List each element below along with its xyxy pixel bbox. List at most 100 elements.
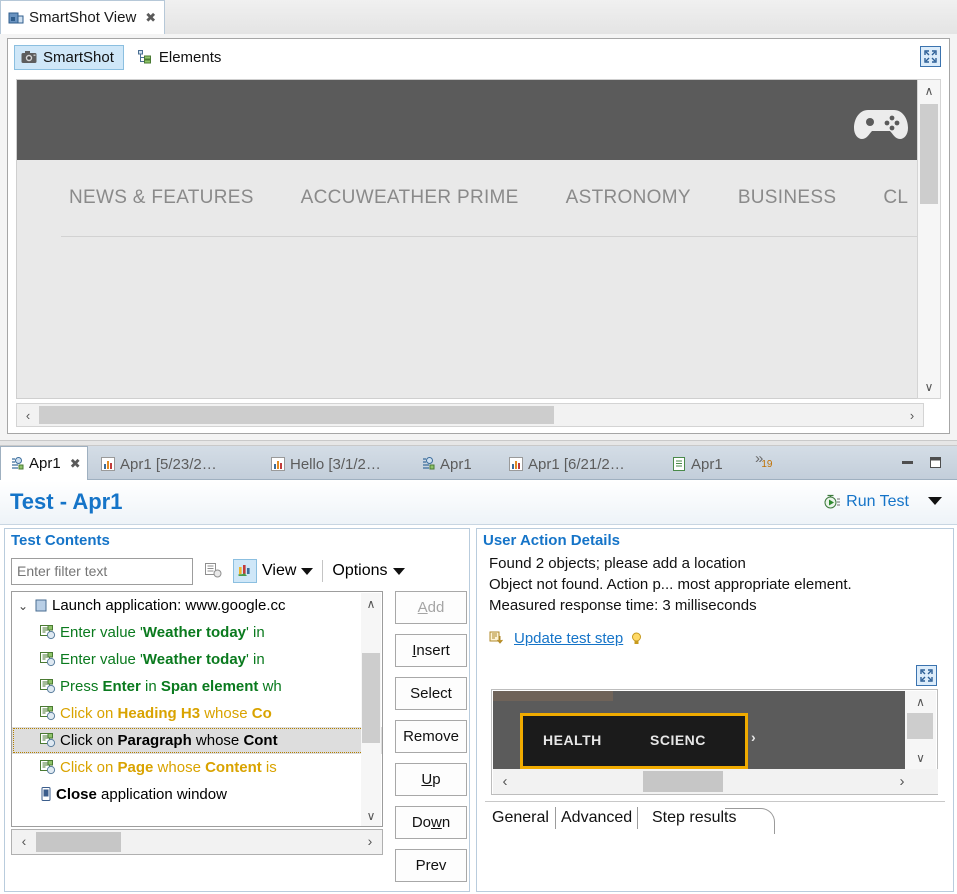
view-label: View bbox=[262, 562, 296, 580]
test-editor-part: Apr1 ✖ Apr1 [5/23/2… bbox=[0, 446, 957, 894]
scrollbar-thumb[interactable] bbox=[39, 406, 554, 424]
smartshot-view-icon bbox=[8, 10, 24, 26]
scroll-down-icon[interactable]: ∨ bbox=[361, 805, 381, 827]
search-input[interactable] bbox=[11, 558, 193, 585]
scroll-right-icon[interactable]: › bbox=[358, 830, 382, 852]
tab-smartshot[interactable]: SmartShot bbox=[14, 45, 124, 70]
lightbulb-icon[interactable] bbox=[631, 632, 642, 646]
insert-button[interactable]: Insert bbox=[395, 634, 467, 667]
preview-nav-item-health: HEALTH bbox=[543, 732, 602, 748]
expand-twisty-icon[interactable]: ⌄ bbox=[16, 599, 30, 613]
editor-tab-1[interactable]: Apr1 [5/23/2… bbox=[92, 448, 226, 480]
click-icon bbox=[40, 760, 56, 775]
document-icon bbox=[672, 457, 686, 471]
tab-advanced[interactable]: Advanced bbox=[555, 807, 638, 829]
scrollbar-thumb[interactable] bbox=[643, 771, 723, 792]
tree-item-4[interactable]: Click on Heading H3 whose Co bbox=[12, 700, 382, 727]
chevron-down-icon[interactable] bbox=[393, 568, 405, 575]
view-button[interactable]: View bbox=[233, 559, 313, 583]
preview-nav-item-0[interactable]: NEWS & FEATURES bbox=[69, 187, 254, 209]
options-button[interactable]: Options bbox=[332, 562, 404, 580]
scrollbar-thumb[interactable] bbox=[362, 653, 380, 743]
preview-nav-item-3[interactable]: BUSINESS bbox=[738, 187, 837, 209]
scroll-left-icon[interactable]: ‹ bbox=[12, 830, 36, 852]
maximize-icon[interactable] bbox=[920, 46, 941, 67]
minimize-icon[interactable] bbox=[900, 456, 915, 469]
preview-nav-item-4[interactable]: CL bbox=[883, 187, 908, 209]
editor-tab-label: Apr1 bbox=[29, 455, 61, 472]
preview-header-band bbox=[17, 80, 923, 160]
chevron-down-icon[interactable] bbox=[301, 568, 313, 575]
detail-line-1: Object not found. Action p... most appro… bbox=[489, 576, 852, 593]
tree-item-0[interactable]: ⌄ Launch application: www.google.cc bbox=[12, 592, 382, 619]
editor-tab-4[interactable]: Apr1 [6/21/2… bbox=[500, 448, 634, 480]
step-screenshot-preview[interactable]: HEALTH SCIENC › ∧ ∨ ‹ › bbox=[491, 689, 938, 795]
scrollbar-thumb[interactable] bbox=[36, 832, 121, 852]
captured-page-preview[interactable]: NEWS & FEATURES ACCUWEATHER PRIME ASTRON… bbox=[16, 79, 924, 399]
scroll-left-icon[interactable]: ‹ bbox=[493, 770, 517, 792]
tree-item-label: Click on Heading H3 whose Co bbox=[60, 705, 272, 722]
add-button[interactable]: Add bbox=[395, 591, 467, 624]
scroll-right-icon[interactable]: › bbox=[901, 404, 923, 426]
close-window-icon bbox=[40, 787, 52, 802]
maximize-icon[interactable] bbox=[916, 665, 937, 686]
smartshot-vertical-scrollbar[interactable]: ∧ ∨ bbox=[917, 79, 941, 399]
scrollbar-thumb[interactable] bbox=[907, 713, 933, 739]
editor-tab-5[interactable]: Apr1 bbox=[663, 448, 732, 480]
smartshot-toolbar: SmartShot Elements bbox=[8, 39, 949, 75]
close-icon[interactable]: ✖ bbox=[70, 456, 81, 472]
preview-horizontal-scrollbar[interactable]: ‹ › bbox=[493, 769, 938, 794]
tab-general[interactable]: General bbox=[487, 807, 554, 829]
tab-overflow-chevron[interactable]: »19 bbox=[755, 450, 774, 467]
scrollbar-thumb[interactable] bbox=[920, 104, 938, 204]
tab-smartshot-label: SmartShot bbox=[43, 49, 114, 66]
preview-divider bbox=[61, 236, 921, 237]
test-contents-toolbar: View Options bbox=[11, 556, 461, 586]
report-icon bbox=[509, 457, 523, 471]
collapse-all-icon[interactable] bbox=[202, 560, 224, 582]
test-script-icon bbox=[10, 457, 24, 471]
test-contents-tree[interactable]: ⌄ Launch application: www.google.cc Ente… bbox=[11, 591, 383, 827]
tree-horizontal-scrollbar[interactable]: ‹ › bbox=[11, 829, 383, 855]
tree-vertical-scrollbar[interactable]: ∧ ∨ bbox=[361, 593, 381, 827]
editor-tabbar: Apr1 ✖ Apr1 [5/23/2… bbox=[0, 446, 957, 480]
preview-nav-item-1[interactable]: ACCUWEATHER PRIME bbox=[301, 187, 519, 209]
close-icon[interactable]: ✖ bbox=[145, 10, 156, 26]
scroll-down-icon[interactable]: ∨ bbox=[918, 376, 940, 398]
toolbar-separator bbox=[322, 560, 323, 582]
click-icon bbox=[40, 706, 56, 721]
scroll-right-icon[interactable]: › bbox=[890, 770, 914, 792]
scroll-down-icon[interactable]: ∨ bbox=[905, 747, 936, 769]
update-test-step-link[interactable]: Update test step bbox=[489, 630, 642, 647]
tab-smartshot-view[interactable]: SmartShot View ✖ bbox=[0, 0, 165, 34]
tree-item-7[interactable]: Close application window bbox=[12, 781, 382, 808]
editor-tab-2[interactable]: Hello [3/1/2… bbox=[262, 448, 390, 480]
editor-tab-label: Hello [3/1/2… bbox=[290, 456, 381, 473]
preview-nav-item-2[interactable]: ASTRONOMY bbox=[566, 187, 691, 209]
remove-button[interactable]: Remove bbox=[395, 720, 467, 753]
editor-tab-3[interactable]: Apr1 bbox=[412, 448, 481, 480]
run-test-icon bbox=[824, 494, 841, 510]
run-test-button[interactable]: Run Test bbox=[824, 493, 909, 511]
run-test-dropdown-caret[interactable] bbox=[928, 497, 942, 505]
select-button[interactable]: Select bbox=[395, 677, 467, 710]
maximize-icon[interactable] bbox=[928, 456, 943, 469]
tree-item-5[interactable]: Click on Paragraph whose Cont bbox=[12, 727, 382, 754]
tree-item-1[interactable]: Enter value 'Weather today' in bbox=[12, 619, 382, 646]
detail-line-2: Measured response time: 3 milliseconds bbox=[489, 597, 852, 614]
scroll-up-icon[interactable]: ∧ bbox=[905, 691, 936, 713]
preview-vertical-scrollbar[interactable]: ∧ ∨ bbox=[905, 691, 936, 769]
smartshot-horizontal-scrollbar[interactable]: ‹ › bbox=[16, 403, 924, 427]
tab-elements[interactable]: Elements bbox=[130, 46, 230, 69]
editor-tab-0[interactable]: Apr1 ✖ bbox=[0, 446, 88, 480]
scroll-up-icon[interactable]: ∧ bbox=[918, 80, 940, 102]
tree-item-2[interactable]: Enter value 'Weather today' in bbox=[12, 646, 382, 673]
down-button[interactable]: Down bbox=[395, 806, 467, 839]
up-button[interactable]: Up bbox=[395, 763, 467, 796]
scroll-up-icon[interactable]: ∧ bbox=[361, 593, 381, 615]
update-step-icon bbox=[489, 631, 506, 647]
scroll-left-icon[interactable]: ‹ bbox=[17, 404, 39, 426]
tree-item-3[interactable]: Press Enter in Span element wh bbox=[12, 673, 382, 700]
prev-button[interactable]: Prev bbox=[395, 849, 467, 882]
tree-item-6[interactable]: Click on Page whose Content is bbox=[12, 754, 382, 781]
